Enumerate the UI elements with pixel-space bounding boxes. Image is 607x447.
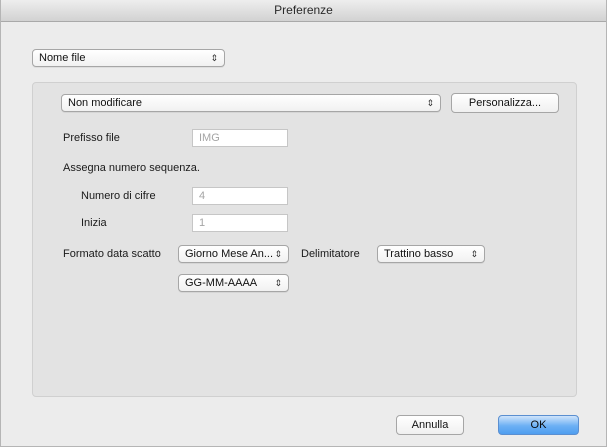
prefix-field[interactable] xyxy=(192,129,288,147)
popup-arrows-icon: ⇕ xyxy=(470,249,478,259)
ok-button[interactable]: OK xyxy=(498,415,579,435)
window-title: Preferenze xyxy=(1,0,606,22)
start-label: Inizia xyxy=(81,217,107,229)
delimiter-value: Trattino basso xyxy=(384,248,454,260)
file-name-mode-popup[interactable]: Non modificare ⇕ xyxy=(61,94,441,112)
popup-arrows-icon: ⇕ xyxy=(426,98,434,108)
prefix-label: Prefisso file xyxy=(63,132,120,144)
delimiter-popup[interactable]: Trattino basso ⇕ xyxy=(377,245,485,263)
date-pattern-popup[interactable]: GG-MM-AAAA ⇕ xyxy=(178,274,289,292)
delimiter-label: Delimitatore xyxy=(301,248,360,260)
date-order-popup[interactable]: Giorno Mese An... ⇕ xyxy=(178,245,289,263)
customize-button[interactable]: Personalizza... xyxy=(451,93,559,113)
sequence-heading: Assegna numero sequenza. xyxy=(63,162,200,174)
file-name-settings-panel: Non modificare ⇕ Personalizza... Prefiss… xyxy=(32,82,577,397)
start-field[interactable] xyxy=(192,214,288,232)
date-format-label: Formato data scatto xyxy=(63,248,161,260)
digits-field[interactable] xyxy=(192,187,288,205)
cancel-button[interactable]: Annulla xyxy=(396,415,464,435)
category-popup[interactable]: Nome file ⇕ xyxy=(32,49,225,67)
popup-arrows-icon: ⇕ xyxy=(274,249,282,259)
date-order-value: Giorno Mese An... xyxy=(185,248,274,260)
digits-label: Numero di cifre xyxy=(81,190,156,202)
popup-arrows-icon: ⇕ xyxy=(274,278,282,288)
file-name-mode-value: Non modificare xyxy=(68,97,142,109)
preferences-window: Preferenze Nome file ⇕ Non modificare ⇕ … xyxy=(0,0,607,447)
category-popup-value: Nome file xyxy=(39,52,86,64)
date-pattern-value: GG-MM-AAAA xyxy=(185,277,258,289)
popup-arrows-icon: ⇕ xyxy=(210,53,218,63)
